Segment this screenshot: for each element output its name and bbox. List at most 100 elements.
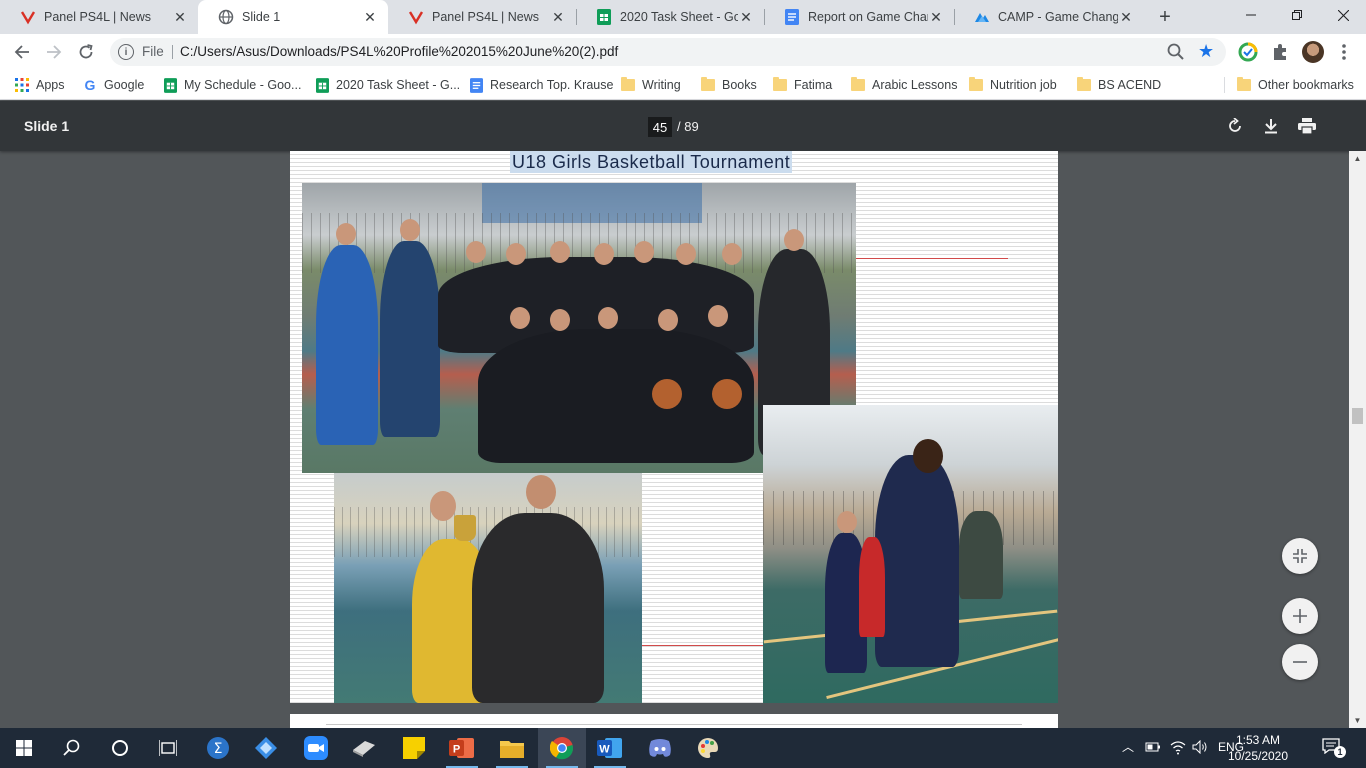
scrollbar-thumb[interactable] [1352, 408, 1363, 424]
head-shape [594, 243, 614, 265]
vertical-scrollbar[interactable] [1349, 151, 1366, 728]
search-button[interactable] [48, 728, 96, 768]
close-tab-icon[interactable]: ✕ [172, 9, 188, 25]
tab-slide-1[interactable]: Slide 1 ✕ [198, 0, 388, 34]
address-bar[interactable]: i File C:/Users/Asus/Downloads/PS4L%20Pr… [110, 38, 1226, 66]
close-tab-icon[interactable]: ✕ [1118, 9, 1134, 25]
bookmark-folder-bs-acend[interactable]: BS ACEND [1076, 76, 1161, 94]
new-tab-button[interactable]: + [1154, 6, 1176, 28]
pdf-toolbar: Slide 1 45 / 89 [0, 101, 1366, 151]
page-total: / 89 [677, 119, 699, 134]
fit-to-page-button[interactable] [1282, 538, 1318, 574]
zoom-in-button[interactable] [1282, 598, 1318, 634]
taskbar-app-chrome[interactable] [538, 728, 586, 768]
bookmark-folder-nutrition-job[interactable]: Nutrition job [968, 76, 1057, 94]
zoom-out-button[interactable] [1282, 644, 1318, 680]
action-center-button[interactable]: 1 [1322, 738, 1346, 758]
taskbar-app-diamond[interactable] [242, 728, 290, 768]
apps-grid-icon [14, 77, 30, 93]
close-window-button[interactable] [1320, 0, 1366, 30]
pdf-next-page [290, 714, 1058, 728]
more-menu-icon[interactable] [1334, 42, 1354, 62]
bookmark-research-top-krause[interactable]: Research Top. Krause [468, 76, 613, 94]
decorative-line [856, 258, 1008, 259]
cortana-button[interactable] [96, 728, 144, 768]
bookmark-label: Other bookmarks [1258, 78, 1354, 92]
slide-title: U18 Girls Basketball Tournament [510, 151, 793, 173]
restore-window-button[interactable] [1274, 0, 1320, 30]
fit-page-icon [1293, 549, 1307, 563]
info-icon[interactable]: i [118, 44, 134, 60]
volume-icon[interactable] [1192, 740, 1208, 754]
bookmark-star-icon[interactable]: ★ [1198, 41, 1214, 62]
folder-icon [500, 741, 524, 758]
taskbar-app-word[interactable]: W [586, 728, 634, 768]
bookmark-label: Nutrition job [990, 78, 1057, 92]
wifi-icon[interactable] [1170, 739, 1186, 755]
bookmark-my-schedule[interactable]: My Schedule - Goo... [162, 76, 301, 94]
bookmark-2020-task-sheet[interactable]: 2020 Task Sheet - G... [314, 76, 460, 94]
print-button[interactable] [1297, 116, 1317, 136]
tab-panel-ps4l-news-2[interactable]: Panel PS4L | News ✕ [388, 0, 576, 34]
taskbar-app-zoom[interactable] [292, 728, 340, 768]
google-sheets-icon [314, 77, 330, 93]
tab-panel-ps4l-news-1[interactable]: Panel PS4L | News ✕ [0, 0, 198, 34]
url-text[interactable]: C:/Users/Asus/Downloads/PS4L%20Profile%2… [180, 44, 618, 59]
bookmark-folder-writing[interactable]: Writing [620, 76, 681, 94]
scroll-up-arrow-icon[interactable]: ▲ [1349, 151, 1366, 165]
task-view-button[interactable] [144, 728, 192, 768]
forward-button[interactable] [40, 38, 68, 66]
taskbar-app-powerpoint[interactable]: P [438, 728, 486, 768]
minimize-window-button[interactable] [1228, 0, 1274, 30]
battery-icon[interactable] [1145, 740, 1161, 754]
page-number-input[interactable]: 45 [648, 117, 672, 137]
taskbar-app-eraser[interactable] [340, 728, 388, 768]
tab-2020-task-sheet[interactable]: 2020 Task Sheet - Goog ✕ [576, 0, 764, 34]
google-docs-icon [468, 77, 484, 93]
close-tab-icon[interactable]: ✕ [362, 9, 378, 25]
download-icon [1265, 119, 1277, 134]
plus-icon [1293, 609, 1307, 623]
ps4l-logo-icon [408, 9, 424, 25]
bookmarks-separator [1224, 77, 1225, 93]
close-tab-icon[interactable]: ✕ [550, 9, 566, 25]
basketball-shape [652, 379, 682, 409]
bookmark-folder-fatima[interactable]: Fatima [772, 76, 832, 94]
close-tab-icon[interactable]: ✕ [738, 9, 754, 25]
reload-button[interactable] [72, 38, 100, 66]
system-clock[interactable]: 1:53 AM 10/25/2020 [1226, 732, 1290, 764]
start-button[interactable] [0, 728, 48, 768]
back-button[interactable] [8, 38, 36, 66]
tab-report-on-game-changer[interactable]: Report on Game Chang ✕ [764, 0, 954, 34]
scroll-down-arrow-icon[interactable]: ▼ [1349, 713, 1366, 727]
svg-text:W: W [599, 744, 610, 756]
bookmark-google[interactable]: G Google [82, 76, 145, 94]
bookmarks-bar: Apps G Google My Schedule - Goo... 2020 … [0, 70, 1366, 100]
taskbar-app-discord[interactable] [636, 728, 684, 768]
head-shape [708, 305, 728, 327]
show-hidden-icons-chevron-icon[interactable]: ︿ [1122, 738, 1134, 755]
windows-taskbar: Σ P W ︿ ENG 1:53 AM 10/25/2020 1 [0, 728, 1366, 768]
zoom-icon[interactable] [1166, 42, 1186, 62]
rotate-button[interactable] [1225, 116, 1245, 136]
head-shape [913, 439, 943, 473]
folder-icon [1076, 77, 1092, 93]
extension-circle-icon[interactable] [1238, 42, 1258, 62]
download-button[interactable] [1261, 116, 1281, 136]
taskbar-app-sticky-notes[interactable] [390, 728, 438, 768]
tab-title: Panel PS4L | News [432, 10, 540, 24]
bookmark-apps[interactable]: Apps [14, 76, 65, 94]
taskbar-app-file-explorer[interactable] [488, 728, 536, 768]
bookmark-folder-books[interactable]: Books [700, 76, 757, 94]
tab-camp-game-changer[interactable]: CAMP - Game Changer ✕ [954, 0, 1144, 34]
extensions-puzzle-icon[interactable] [1270, 42, 1290, 62]
bookmark-folder-arabic-lessons[interactable]: Arabic Lessons [850, 76, 957, 94]
taskbar-app-calculator[interactable]: Σ [194, 728, 242, 768]
head-shape [676, 243, 696, 265]
close-tab-icon[interactable]: ✕ [928, 9, 944, 25]
profile-avatar[interactable] [1302, 41, 1324, 63]
taskbar-app-paint[interactable] [684, 728, 732, 768]
tab-title: Report on Game Chang [808, 10, 928, 24]
bookmark-other-bookmarks[interactable]: Other bookmarks [1236, 76, 1354, 94]
globe-icon [218, 9, 234, 25]
